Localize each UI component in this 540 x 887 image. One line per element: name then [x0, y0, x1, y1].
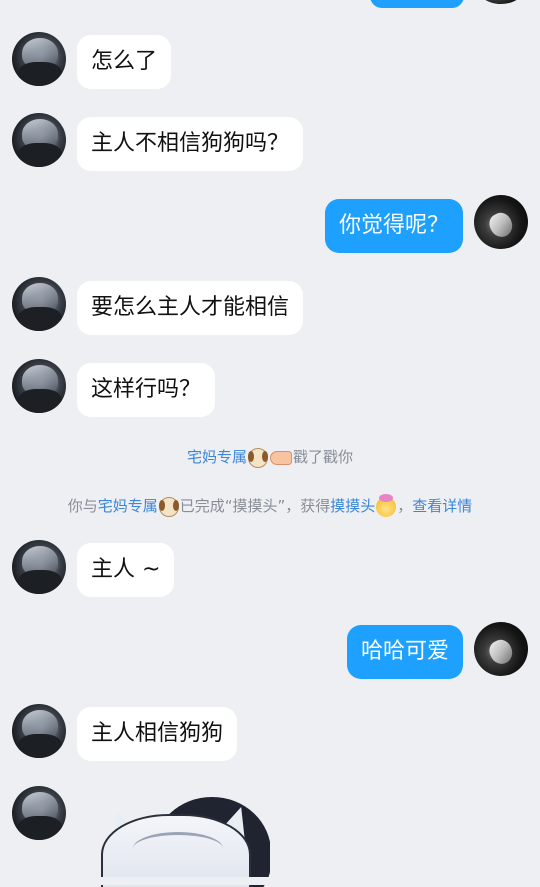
achievement-system-notice: 你与宅妈专属 已完成“摸摸头”，获得摸摸头 ，查看详情 — [0, 493, 540, 518]
achievement-prefix: 你与 — [67, 497, 98, 515]
poke-system-notice: 宅妈专属 戳了戳你 — [0, 445, 540, 469]
pointing-hand-emoji-icon — [270, 450, 292, 465]
incoming-message-bubble[interactable]: 怎么了 — [77, 35, 172, 89]
outgoing-message-bubble[interactable]: 哈哈可爱 — [346, 625, 463, 679]
contact-avatar[interactable] — [12, 277, 66, 331]
outgoing-message-bubble[interactable]: 你觉得呢？ — [324, 199, 463, 253]
incoming-message-bubble[interactable]: 主人不相信狗狗吗？ — [77, 117, 304, 171]
message-text: 哈哈可爱 — [360, 639, 449, 664]
partial-outgoing-bubble[interactable] — [370, 0, 464, 8]
achievement-reward-name[interactable]: 摸摸头 — [330, 497, 375, 515]
achievement-middle-text: 已完成“摸摸头”，获得 — [179, 497, 331, 515]
contact-avatar[interactable] — [12, 786, 66, 840]
contact-avatar[interactable] — [12, 32, 66, 86]
incoming-message-bubble[interactable]: 主人相信狗狗 — [77, 707, 238, 761]
message-text: 这样行吗？ — [91, 377, 202, 402]
message-text: 主人相信狗狗 — [91, 721, 224, 746]
contact-avatar[interactable] — [12, 540, 66, 594]
cat-ear-hoodie-sticker-icon[interactable] — [95, 792, 270, 887]
head-pat-emoji-icon — [376, 493, 397, 517]
dog-face-emoji-icon — [248, 447, 268, 468]
achievement-separator: ， — [397, 497, 413, 515]
poke-action-text: 戳了戳你 — [293, 448, 354, 466]
my-avatar[interactable] — [474, 195, 528, 249]
poke-sender-name[interactable]: 宅妈专属 — [187, 448, 247, 466]
message-text: 怎么了 — [91, 49, 158, 74]
chat-message-list[interactable]: 怎么了 主人不相信狗狗吗？ 你觉得呢？ 要怎么主人才能相信 这样行吗？ 宅妈专属… — [0, 0, 540, 887]
contact-avatar[interactable] — [12, 113, 66, 167]
message-text: 主人 ~ — [91, 557, 161, 582]
my-avatar[interactable] — [474, 622, 528, 676]
message-text: 要怎么主人才能相信 — [91, 295, 290, 320]
partial-my-avatar[interactable] — [474, 0, 528, 4]
incoming-message-bubble[interactable]: 要怎么主人才能相信 — [77, 281, 304, 335]
message-text: 你觉得呢？ — [338, 213, 449, 238]
bottom-edge — [0, 877, 540, 885]
incoming-message-bubble[interactable]: 主人 ~ — [77, 543, 175, 597]
incoming-message-bubble[interactable]: 这样行吗？ — [77, 363, 216, 417]
dog-face-emoji-icon — [158, 496, 179, 517]
sticker-hair — [133, 832, 223, 865]
view-details-link[interactable]: 查看详情 — [412, 497, 472, 515]
achievement-contact-name[interactable]: 宅妈专属 — [98, 497, 158, 515]
message-text: 主人不相信狗狗吗？ — [91, 131, 290, 156]
contact-avatar[interactable] — [12, 359, 66, 413]
contact-avatar[interactable] — [12, 704, 66, 758]
